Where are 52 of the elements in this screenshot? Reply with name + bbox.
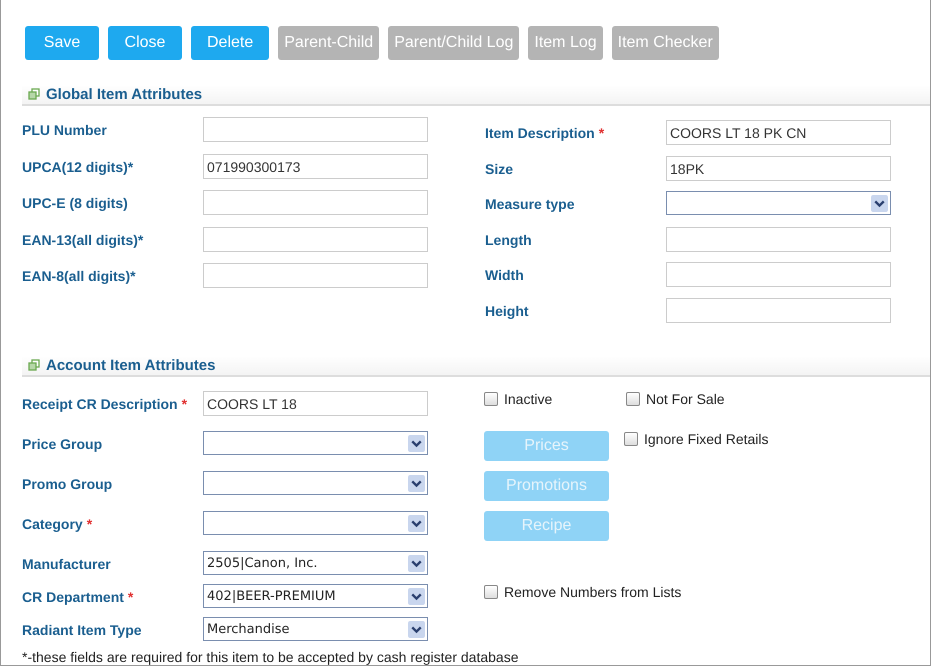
field-label: Radiant Item Type (22, 621, 143, 638)
toolbar-button[interactable]: Save (25, 26, 99, 60)
field-label: Item Description * (485, 124, 606, 141)
checkbox-label: Remove Numbers from Lists (504, 584, 682, 600)
dropdown-field[interactable] (203, 431, 428, 455)
field-label: Size (485, 160, 514, 176)
dropdown-field[interactable]: 402|BEER-PREMIUM (203, 584, 428, 608)
text-field[interactable] (666, 262, 891, 287)
checkbox[interactable] (624, 432, 638, 446)
checkbox-label: Not For Sale (646, 391, 725, 407)
text-field[interactable] (203, 226, 428, 252)
field-label: PLU Number (22, 121, 108, 138)
field-label: Receipt CR Description * (22, 395, 188, 412)
footnote: *-these fields are required for this item to be accepted by cash register database (22, 649, 518, 665)
text-field[interactable] (203, 263, 428, 288)
field-label: Category * (22, 515, 94, 532)
field-label: Measure type (485, 195, 576, 212)
checkbox-label: Inactive (504, 391, 552, 407)
field-label: EAN-13(all digits)* (22, 230, 144, 248)
copy-icon (28, 359, 40, 371)
section-title: Account Item Attributes (46, 356, 216, 374)
dropdown-field[interactable] (203, 471, 428, 495)
toolbar-button[interactable]: Delete (191, 26, 270, 60)
field-label: Height (485, 302, 530, 318)
text-field[interactable] (203, 117, 428, 142)
dropdown-field[interactable]: 2505|Canon, Inc. (203, 551, 428, 575)
checkbox-label: Ignore Fixed Retails (644, 431, 769, 447)
dropdown-field[interactable] (666, 191, 891, 215)
checkbox[interactable] (484, 585, 498, 599)
field-label: Price Group (22, 435, 104, 452)
checkbox[interactable] (484, 392, 498, 406)
field-label: Promo Group (22, 475, 114, 492)
dropdown-field[interactable] (203, 511, 428, 535)
text-field[interactable] (203, 190, 428, 215)
dropdown-field[interactable]: Merchandise (203, 617, 428, 641)
text-field[interactable]: 18PK (666, 156, 891, 180)
field-label: Width (485, 266, 525, 283)
field-label: Length (485, 230, 533, 248)
field-label: CR Department * (22, 588, 134, 605)
toolbar-button[interactable]: Close (108, 26, 182, 60)
field-label: EAN-8(all digits)* (22, 267, 137, 284)
section-title: Global Item Attributes (46, 86, 202, 102)
field-label: UPC-E (8 digits) (22, 194, 129, 211)
text-field[interactable] (666, 298, 891, 322)
text-field[interactable] (666, 226, 891, 252)
field-label: UPCA(12 digits)* (22, 158, 134, 174)
text-field[interactable]: COORS LT 18 PK CN (666, 120, 891, 145)
text-field[interactable]: COORS LT 18 (203, 391, 428, 416)
text-field[interactable]: 071990300173 (203, 154, 428, 178)
field-label: Manufacturer (22, 555, 112, 572)
checkbox[interactable] (626, 392, 640, 406)
copy-icon (28, 88, 40, 100)
